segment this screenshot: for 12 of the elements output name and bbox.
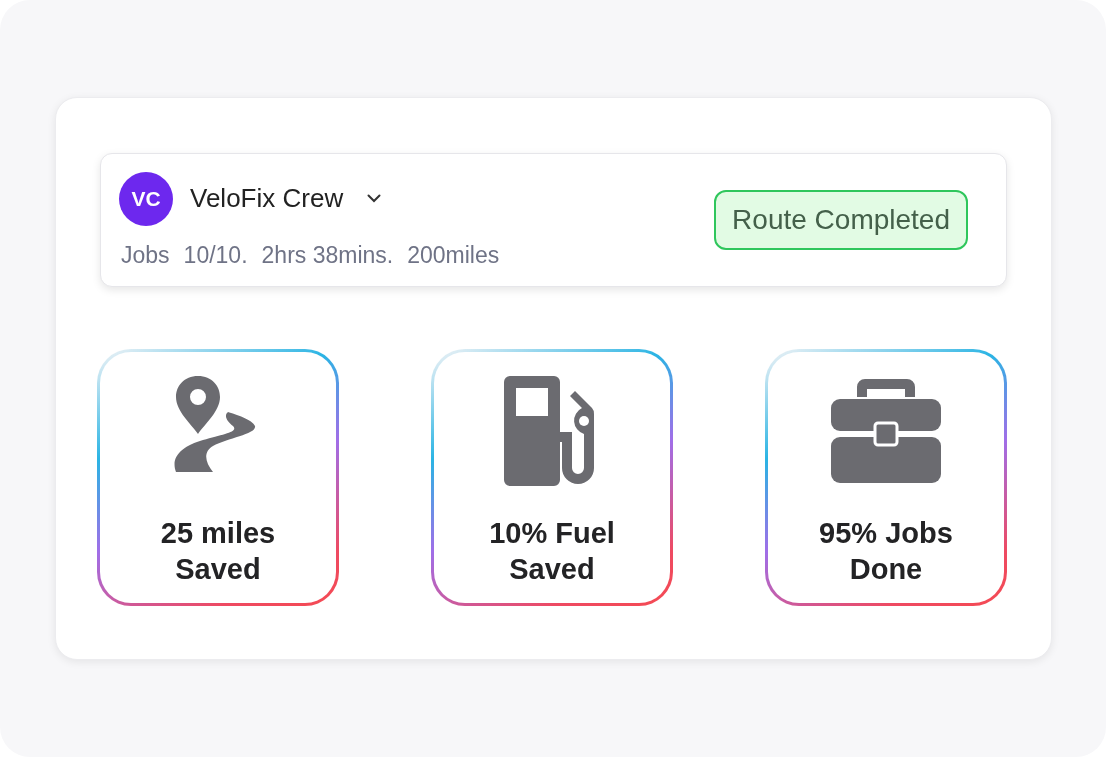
stat-label: 25 miles Saved (159, 516, 277, 587)
stat-label: 95% Jobs Done (818, 516, 954, 587)
trip-stat: 10/10. (183, 241, 248, 269)
trip-stat: Jobs (121, 241, 170, 269)
chevron-down-icon[interactable] (367, 194, 382, 203)
toolbox-icon (831, 376, 941, 486)
crew-name: VeloFix Crew (190, 183, 344, 214)
trip-stat: 200miles (407, 241, 500, 269)
trip-stat: 2hrs 38mins. (261, 241, 394, 269)
stat-label: 10% Fuel Saved (488, 516, 616, 587)
crew-avatar: VC (119, 171, 173, 226)
status-badge: Route Completed (714, 190, 968, 250)
